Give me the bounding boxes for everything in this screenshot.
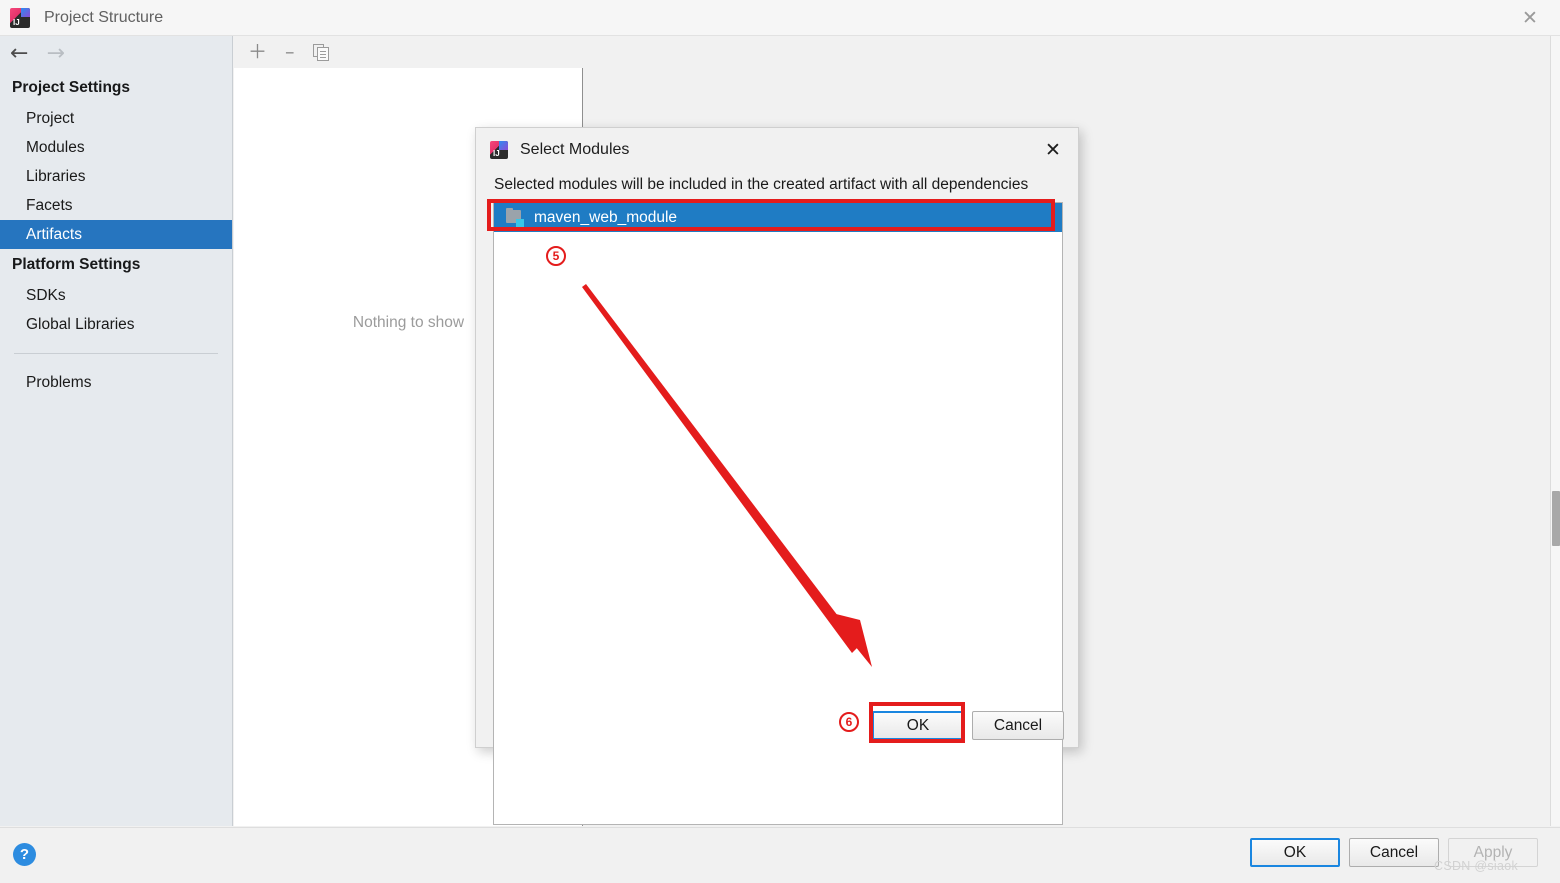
- window-scrollbar[interactable]: [1550, 36, 1560, 826]
- module-name-label: maven_web_module: [534, 208, 678, 226]
- watermark-label: CSDN @siaok: [1434, 859, 1519, 873]
- sidebar-item-libraries[interactable]: Libraries: [0, 162, 232, 191]
- sidebar-item-global-libraries[interactable]: Global Libraries: [0, 310, 232, 339]
- help-circle-icon[interactable]: ?: [13, 843, 36, 866]
- dialog-description: Selected modules will be included in the…: [494, 176, 1029, 193]
- copy-icon[interactable]: [312, 43, 330, 61]
- sidebar-group-platform-settings: Platform Settings: [12, 256, 141, 273]
- dialog-title: Select Modules: [520, 141, 630, 158]
- select-modules-dialog: Select Modules ✕ Selected modules will b…: [475, 127, 1080, 825]
- sidebar-divider: [14, 353, 218, 354]
- intellij-idea-icon: [10, 7, 30, 28]
- settings-sidebar: ← → Project Settings Project Modules Lib…: [0, 36, 233, 826]
- module-folder-icon: [506, 208, 524, 227]
- minus-icon[interactable]: –: [285, 42, 295, 62]
- sidebar-navigation: ← →: [0, 36, 232, 72]
- plus-icon[interactable]: ＋: [248, 42, 267, 62]
- annotation-marker-6: 6: [839, 712, 859, 732]
- annotation-marker-5: 5: [546, 246, 566, 266]
- sidebar-item-modules[interactable]: Modules: [0, 133, 232, 162]
- dialog-cancel-button[interactable]: Cancel: [972, 711, 1064, 740]
- project-structure-window: Project Structure ✕ ← → Project Settings…: [0, 0, 1560, 883]
- arrow-left-icon[interactable]: ←: [10, 43, 28, 65]
- dialog-ok-button[interactable]: OK: [872, 711, 964, 740]
- window-close-button[interactable]: ✕: [1500, 0, 1560, 36]
- sidebar-item-problems[interactable]: Problems: [0, 368, 232, 397]
- arrow-right-icon[interactable]: →: [46, 43, 64, 65]
- dialog-close-button[interactable]: ✕: [1040, 138, 1066, 162]
- cancel-button[interactable]: Cancel: [1349, 838, 1439, 867]
- list-item[interactable]: maven_web_module: [494, 203, 1062, 232]
- sidebar-item-sdks[interactable]: SDKs: [0, 281, 232, 310]
- scrollbar-thumb[interactable]: [1552, 491, 1560, 546]
- sidebar-item-artifacts[interactable]: Artifacts: [0, 220, 232, 249]
- window-titlebar: Project Structure ✕: [0, 0, 1560, 36]
- ok-button[interactable]: OK: [1250, 838, 1340, 867]
- dialog-titlebar: Select Modules: [476, 128, 1080, 172]
- sidebar-item-project[interactable]: Project: [0, 104, 232, 133]
- artifacts-toolbar: ＋ –: [234, 36, 583, 68]
- window-title: Project Structure: [44, 8, 164, 26]
- sidebar-item-facets[interactable]: Facets: [0, 191, 232, 220]
- intellij-idea-icon: [490, 141, 508, 159]
- sidebar-group-project-settings: Project Settings: [12, 79, 130, 96]
